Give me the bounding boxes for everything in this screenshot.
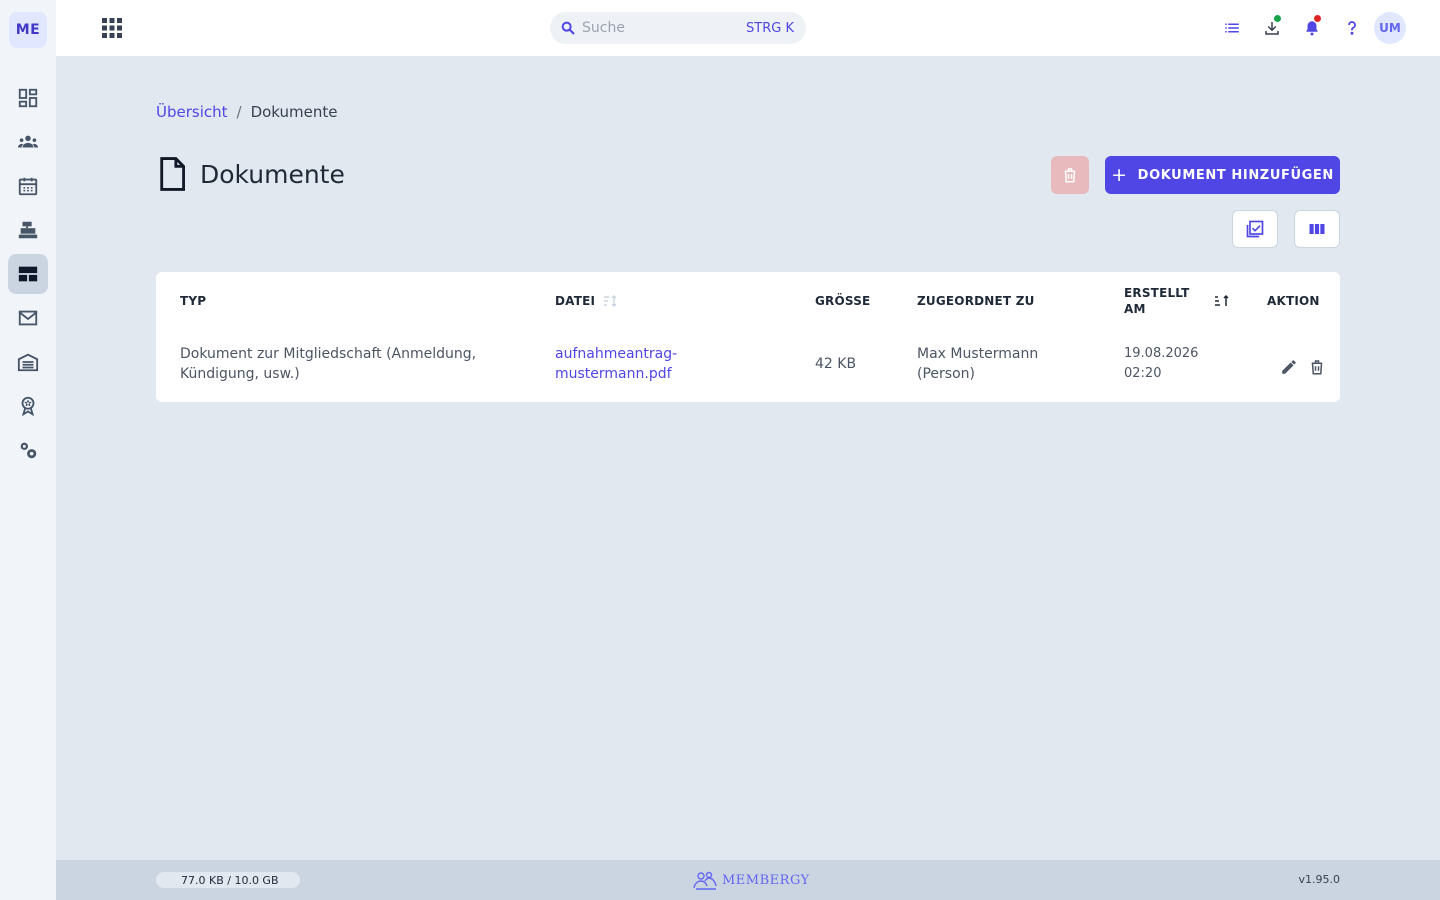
sidebar: ME [0, 0, 56, 900]
add-document-label: DOKUMENT HINZUFÜGEN [1137, 167, 1334, 183]
cell-groesse: 42 KB [815, 356, 857, 372]
sidebar-item-members[interactable] [8, 122, 48, 162]
sidebar-item-documents[interactable] [8, 254, 48, 294]
sidebar-item-mail[interactable] [8, 298, 48, 338]
task-list-button[interactable] [1216, 12, 1248, 44]
table-view-icon [18, 266, 38, 282]
app-launcher-button[interactable] [100, 16, 124, 40]
column-header-erstellt-line2: AM [1124, 302, 1146, 316]
footer: 77.0 KB / 10.0 GB MEMBERGY v1.95.0 [56, 860, 1440, 900]
brand-name: MEMBERGY [722, 872, 810, 888]
topbar-actions: UM [1208, 12, 1406, 44]
documents-table: TYP DATEI GRÖSSE ZUGEORDNET ZU ERSTELLT … [156, 272, 1340, 402]
sidebar-item-dashboard[interactable] [8, 78, 48, 118]
storage-usage: 77.0 KB / 10.0 GB [156, 872, 300, 888]
plus-icon: + [1111, 164, 1128, 186]
cell-datei: aufnahmeantrag- mustermann.pdf [555, 344, 677, 384]
download-status-dot [1274, 15, 1281, 22]
trash-icon [1064, 168, 1076, 183]
edit-button[interactable] [1278, 356, 1300, 378]
breadcrumb-overview-link[interactable]: Übersicht [156, 103, 228, 121]
search-shortcut: STRG K [746, 20, 794, 36]
downloads-button[interactable] [1256, 12, 1288, 44]
breadcrumb-current: Dokumente [250, 103, 338, 121]
breadcrumb-separator: / [236, 103, 242, 121]
cash-register-icon [18, 221, 38, 239]
checklist-icon [1246, 220, 1264, 238]
file-link[interactable]: aufnahmeantrag- mustermann.pdf [555, 344, 677, 384]
column-header-groesse[interactable]: GRÖSSE [815, 285, 870, 317]
brand-logo[interactable]: MEMBERGY [692, 869, 810, 891]
pencil-icon [1282, 360, 1296, 374]
sidebar-item-calendar[interactable] [8, 166, 48, 206]
select-mode-button[interactable] [1232, 210, 1278, 248]
column-header-zugeordnet[interactable]: ZUGEORDNET ZU [917, 285, 1035, 317]
mail-icon [18, 310, 38, 326]
membergy-logo-icon [693, 871, 717, 890]
notifications-button[interactable] [1296, 12, 1328, 44]
help-button[interactable] [1336, 12, 1368, 44]
cell-aktion [1278, 356, 1334, 378]
award-icon [21, 396, 35, 417]
search-box[interactable]: STRG K [550, 12, 806, 44]
cell-typ: Dokument zur Mitgliedschaft (Anmeldung, … [180, 346, 477, 382]
dashboard-icon [18, 88, 38, 108]
calendar-icon [18, 177, 38, 196]
list-icon [1225, 23, 1239, 33]
page-header: Dokumente [156, 156, 345, 192]
sidebar-item-inventory[interactable] [8, 342, 48, 382]
org-logo[interactable]: ME [9, 12, 47, 48]
cell-zugeordnet: Max Mustermann (Person) [917, 346, 1039, 382]
columns-icon [1309, 224, 1325, 234]
apps-grid-icon [102, 18, 122, 38]
sort-ascending-icon[interactable] [1214, 294, 1230, 308]
column-header-typ[interactable]: TYP [180, 285, 206, 317]
column-header-erstellt[interactable]: ERSTELLT AM [1124, 285, 1190, 317]
bulk-delete-button[interactable] [1051, 156, 1089, 194]
sidebar-item-awards[interactable] [8, 386, 48, 426]
warehouse-icon [17, 353, 39, 372]
app-version: v1.95.0 [1298, 873, 1341, 886]
settings-icon [20, 442, 37, 459]
topbar: STRG K UM [56, 0, 1440, 56]
page-title: Dokumente [200, 159, 345, 189]
add-document-button[interactable]: + DOKUMENT HINZUFÜGEN [1105, 156, 1340, 194]
cell-erstellt: 19.08.2026 02:20 [1124, 346, 1199, 381]
user-avatar[interactable]: UM [1374, 12, 1406, 44]
column-header-datei[interactable]: DATEI [555, 285, 619, 317]
search-input[interactable] [582, 20, 722, 36]
help-icon [1348, 21, 1356, 35]
sidebar-item-cash[interactable] [8, 210, 48, 250]
breadcrumb: Übersicht / Dokumente [156, 103, 338, 121]
search-icon [561, 21, 575, 35]
columns-button[interactable] [1294, 210, 1340, 248]
column-header-erstellt-line1: ERSTELLT [1124, 286, 1190, 300]
column-header-aktion: AKTION [1267, 294, 1320, 308]
delete-row-button[interactable] [1306, 356, 1328, 378]
document-icon [160, 157, 185, 191]
trash-icon [1311, 360, 1323, 375]
column-header-datei-label: DATEI [555, 294, 596, 308]
people-icon [17, 135, 39, 148]
sort-icon [604, 295, 617, 307]
notification-dot [1314, 15, 1321, 22]
sidebar-item-settings[interactable] [8, 430, 48, 470]
sidebar-nav [8, 78, 48, 474]
